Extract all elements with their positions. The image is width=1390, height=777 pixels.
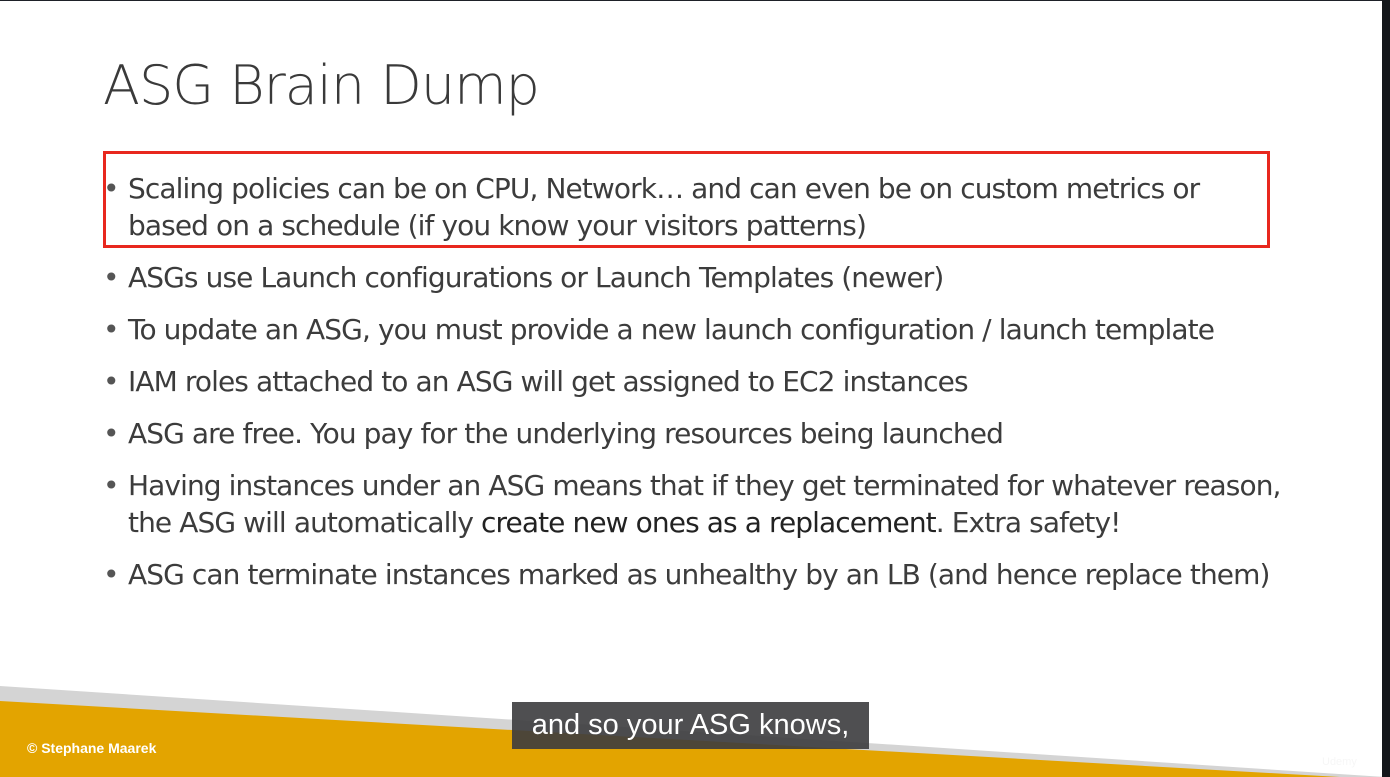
- bullet-line: Having instances under an ASG means that…: [128, 469, 1281, 502]
- highlight-box: [103, 151, 1270, 248]
- udemy-watermark: Udemy: [1322, 756, 1357, 768]
- text: the ASG will automatically: [128, 506, 482, 539]
- emphasis-text: create new ones as a replacement: [481, 506, 937, 539]
- player-side-bar: [1382, 0, 1390, 777]
- bullet-replacement: Having instances under an ASG means that…: [103, 467, 1281, 541]
- slide-title: ASG Brain Dump: [103, 54, 540, 117]
- bullet-update-asg: To update an ASG, you must provide a new…: [103, 311, 1215, 348]
- copyright: © Stephane Maarek: [27, 740, 157, 756]
- bullet-free: ASG are free. You pay for the underlying…: [103, 415, 1004, 452]
- text: . Extra safety!: [935, 506, 1122, 539]
- video-caption: and so your ASG knows,: [512, 702, 869, 749]
- bullet-iam-roles: IAM roles attached to an ASG will get as…: [103, 363, 969, 400]
- bullet-launch-config: ASGs use Launch configurations or Launch…: [103, 259, 944, 296]
- bullet-unhealthy: ASG can terminate instances marked as un…: [103, 556, 1270, 593]
- bullet-line: the ASG will automatically create new on…: [128, 504, 1281, 541]
